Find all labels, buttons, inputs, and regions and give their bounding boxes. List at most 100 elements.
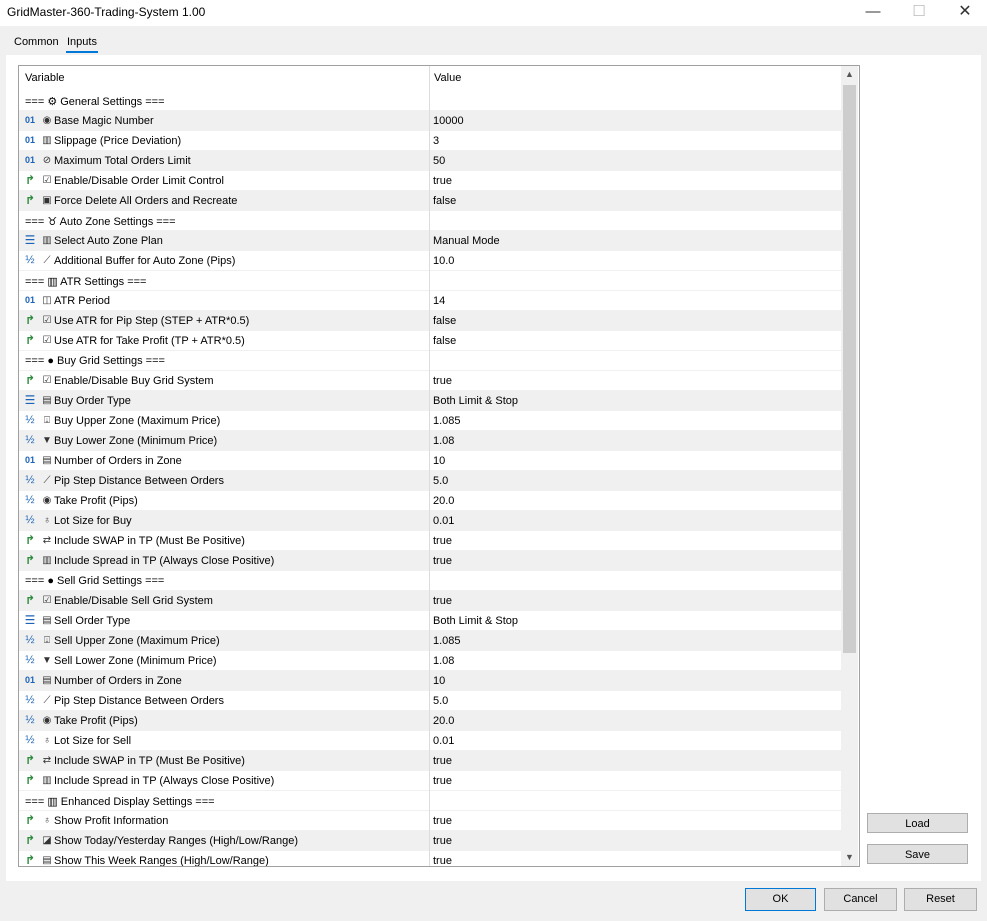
parameter-emoji-icon: ⍗ — [44, 635, 50, 646]
parameter-value[interactable]: 20.0 — [433, 495, 454, 507]
parameter-value[interactable]: 1.08 — [433, 655, 454, 667]
group-header-row[interactable]: === ▥ Enhanced Display Settings === — [19, 791, 841, 811]
reset-button[interactable]: Reset — [904, 888, 977, 911]
parameter-value[interactable]: true — [433, 535, 452, 547]
parameter-row[interactable]: 01 ◫ ATR Period 14 — [19, 291, 841, 311]
parameter-value[interactable]: true — [433, 855, 452, 866]
parameter-row[interactable]: 01 ▤ Number of Orders in Zone 10 — [19, 671, 841, 691]
bool-type-icon: ↱ — [24, 173, 36, 187]
parameter-emoji-icon: ☑ — [42, 595, 52, 606]
tab-inputs[interactable]: Inputs — [66, 36, 98, 53]
group-title: === ♉ Auto Zone Settings === — [25, 216, 176, 228]
parameter-value[interactable]: Both Limit & Stop — [433, 395, 518, 407]
parameter-row[interactable]: ½ ⟋ Additional Buffer for Auto Zone (Pips)… — [19, 251, 841, 271]
save-button[interactable]: Save — [867, 844, 968, 864]
parameter-value[interactable]: true — [433, 375, 452, 387]
parameter-row[interactable]: ½ ◉ Take Profit (Pips) 20.0 — [19, 711, 841, 731]
parameter-value[interactable]: false — [433, 195, 456, 207]
parameter-value[interactable]: 20.0 — [433, 715, 454, 727]
parameter-row[interactable]: 01 ⊘ Maximum Total Orders Limit 50 — [19, 151, 841, 171]
parameter-row[interactable]: ↱ ☑ Enable/Disable Order Limit Control true — [19, 171, 841, 191]
vertical-scrollbar[interactable]: ▲ ▼ — [841, 66, 858, 866]
parameter-row[interactable]: ↱ ☑ Use ATR for Take Profit (TP + ATR*0.5)… — [19, 331, 841, 351]
parameter-value[interactable]: 10 — [433, 675, 445, 687]
parameter-row[interactable]: ↱ ◪ Show Today/Yesterday Ranges (High/Low/… — [19, 831, 841, 851]
parameter-value[interactable]: 1.085 — [433, 635, 461, 647]
parameter-emoji-icon: ◉ — [42, 715, 52, 726]
parameter-row[interactable]: 01 ◉ Base Magic Number 10000 — [19, 111, 841, 131]
parameter-emoji-icon: ◉ — [42, 495, 52, 506]
group-header-row[interactable]: === ● Buy Grid Settings === — [19, 351, 841, 371]
bool-type-icon: ↱ — [24, 753, 36, 767]
cancel-button[interactable]: Cancel — [824, 888, 897, 911]
load-button[interactable]: Load — [867, 813, 968, 833]
parameter-emoji-icon: ▥ — [42, 775, 52, 786]
scroll-up-icon[interactable]: ▲ — [841, 66, 858, 83]
parameter-value[interactable]: 50 — [433, 155, 445, 167]
parameter-row[interactable]: ½ ♁ Lot Size for Buy 0.01 — [19, 511, 841, 531]
parameter-emoji-icon: ⊘ — [42, 155, 52, 166]
minimize-button[interactable]: — — [850, 0, 896, 26]
column-divider[interactable] — [429, 66, 430, 866]
parameter-value[interactable]: 14 — [433, 295, 445, 307]
tab-common[interactable]: Common — [13, 36, 60, 51]
parameter-row[interactable]: 01 ▤ Number of Orders in Zone 10 — [19, 451, 841, 471]
parameter-value[interactable]: 5.0 — [433, 475, 448, 487]
parameter-value[interactable]: 10 — [433, 455, 445, 467]
parameter-row[interactable]: ↱ ▤ Show This Week Ranges (High/Low/Range)… — [19, 851, 841, 866]
parameter-row[interactable]: ↱ ☑ Enable/Disable Buy Grid System true — [19, 371, 841, 391]
parameter-row[interactable]: ☰ ▤ Buy Order Type Both Limit & Stop — [19, 391, 841, 411]
parameter-row[interactable]: ½ ♁ Lot Size for Sell 0.01 — [19, 731, 841, 751]
parameter-value[interactable]: true — [433, 755, 452, 767]
scroll-down-icon[interactable]: ▼ — [841, 849, 858, 866]
parameter-row[interactable]: ↱ ☑ Use ATR for Pip Step (STEP + ATR*0.5) f… — [19, 311, 841, 331]
parameter-value[interactable]: true — [433, 815, 452, 827]
parameter-row[interactable]: ☰ ▤ Sell Order Type Both Limit & Stop — [19, 611, 841, 631]
parameter-value[interactable]: false — [433, 315, 456, 327]
parameter-row[interactable]: ½ ◉ Take Profit (Pips) 20.0 — [19, 491, 841, 511]
parameter-row[interactable]: ½ ⍗ Sell Upper Zone (Maximum Price) 1.085 — [19, 631, 841, 651]
parameter-row[interactable]: ↱ ▥ Include Spread in TP (Always Close Pos… — [19, 551, 841, 571]
parameter-value[interactable]: 1.08 — [433, 435, 454, 447]
ok-button[interactable]: OK — [745, 888, 816, 911]
parameter-value[interactable]: 3 — [433, 135, 439, 147]
scroll-thumb[interactable] — [843, 85, 856, 653]
parameter-value[interactable]: 1.085 — [433, 415, 461, 427]
parameter-value[interactable]: false — [433, 335, 456, 347]
parameter-row[interactable]: ½ ▼ Buy Lower Zone (Minimum Price) 1.08 — [19, 431, 841, 451]
parameter-value[interactable]: true — [433, 835, 452, 847]
parameter-value[interactable]: 0.01 — [433, 735, 454, 747]
group-header-row[interactable]: === ▥ ATR Settings === — [19, 271, 841, 291]
parameter-row[interactable]: ☰ ▥ Select Auto Zone Plan Manual Mode — [19, 231, 841, 251]
parameter-row[interactable]: ↱ ⇄ Include SWAP in TP (Must Be Positive) t… — [19, 751, 841, 771]
parameter-row[interactable]: ↱ ▣ Force Delete All Orders and Recreate fa… — [19, 191, 841, 211]
parameter-value[interactable]: true — [433, 595, 452, 607]
parameter-value[interactable]: 10000 — [433, 115, 464, 127]
parameter-value[interactable]: Both Limit & Stop — [433, 615, 518, 627]
group-title: === ● Buy Grid Settings === — [25, 355, 165, 367]
integer-type-icon: 01 — [24, 115, 35, 125]
column-header-variable[interactable]: Variable — [25, 72, 65, 84]
parameter-row[interactable]: ↱ ♁ Show Profit Information true — [19, 811, 841, 831]
parameter-row[interactable]: 01 ▥ Slippage (Price Deviation) 3 — [19, 131, 841, 151]
parameter-row[interactable]: ½ ⟋ Pip Step Distance Between Orders 5.0 — [19, 471, 841, 491]
group-header-row[interactable]: === ⚙ General Settings === — [19, 91, 841, 111]
parameter-value[interactable]: 5.0 — [433, 695, 448, 707]
parameter-value[interactable]: Manual Mode — [433, 235, 500, 247]
group-header-row[interactable]: === ● Sell Grid Settings === — [19, 571, 841, 591]
maximize-button[interactable]: ☐ — [896, 0, 942, 26]
close-button[interactable]: ✕ — [942, 0, 987, 26]
parameter-row[interactable]: ↱ ☑ Enable/Disable Sell Grid System true — [19, 591, 841, 611]
parameter-value[interactable]: 0.01 — [433, 515, 454, 527]
group-header-row[interactable]: === ♉ Auto Zone Settings === — [19, 211, 841, 231]
parameter-value[interactable]: true — [433, 775, 452, 787]
column-header-value[interactable]: Value — [434, 72, 461, 84]
parameter-row[interactable]: ↱ ⇄ Include SWAP in TP (Must Be Positive) t… — [19, 531, 841, 551]
parameter-value[interactable]: true — [433, 555, 452, 567]
parameter-row[interactable]: ↱ ▥ Include Spread in TP (Always Close Pos… — [19, 771, 841, 791]
parameter-row[interactable]: ½ ⍗ Buy Upper Zone (Maximum Price) 1.085 — [19, 411, 841, 431]
parameter-row[interactable]: ½ ▼ Sell Lower Zone (Minimum Price) 1.08 — [19, 651, 841, 671]
parameter-row[interactable]: ½ ⟋ Pip Step Distance Between Orders 5.0 — [19, 691, 841, 711]
parameter-value[interactable]: 10.0 — [433, 255, 454, 267]
parameter-value[interactable]: true — [433, 175, 452, 187]
